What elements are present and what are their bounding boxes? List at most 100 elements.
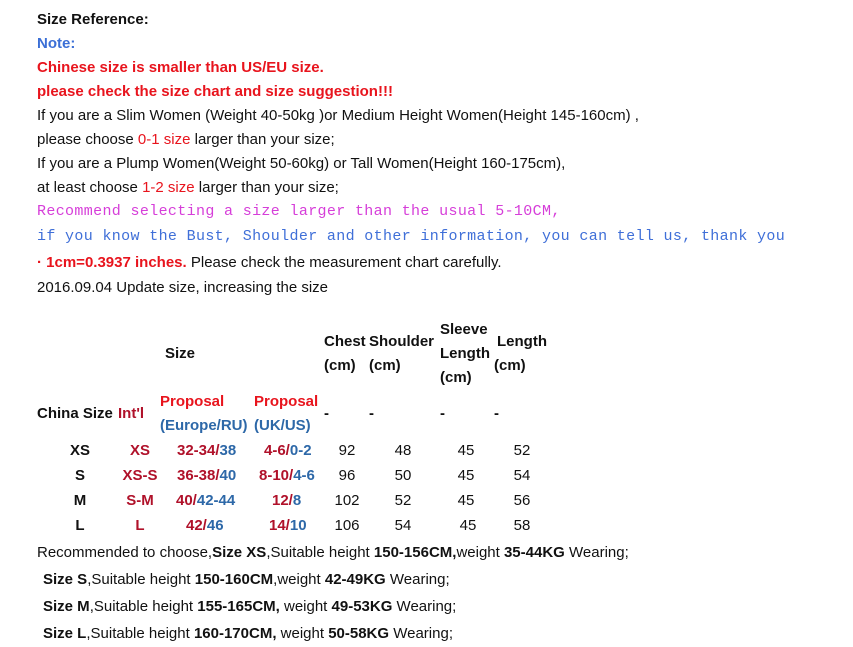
- table-row-chest: 96: [338, 467, 356, 484]
- cm-conversion-bold: · 1cm=0.3937 inches.: [37, 254, 187, 271]
- warning-line-2: please check the size chart and size sug…: [37, 83, 393, 100]
- suggestion-height: 160-170CM,: [193, 625, 277, 642]
- eu-size-b: 38: [219, 442, 237, 459]
- suggestion-size: Size S: [43, 571, 88, 588]
- suggestion-mid: ,Suitable height: [86, 625, 194, 642]
- suggestion-size: Size M: [43, 598, 90, 615]
- table-row-length: 52: [513, 442, 531, 459]
- suggestion-mid: ,Suitable height: [87, 571, 195, 588]
- suggestion-weight: 42-49KG: [324, 571, 386, 588]
- length-dash: -: [494, 405, 499, 422]
- proposal-eu-header: Proposal: [160, 393, 225, 410]
- table-row-uk: 4-6/0-2: [264, 441, 312, 461]
- eu-size-a: 32-34/: [177, 442, 220, 459]
- table-row-china: L: [75, 517, 85, 534]
- table-row-china: M: [73, 492, 87, 509]
- cm-conversion-rest: Please check the measurement chart caref…: [186, 254, 502, 271]
- proposal-uk-header: Proposal: [254, 393, 319, 410]
- suggestion-line: Size S,Suitable height 150-160CM,weight …: [43, 570, 450, 590]
- table-row-china: XS: [69, 442, 90, 459]
- table-row-china: S: [74, 467, 85, 484]
- table-row-chest: 106: [334, 517, 360, 534]
- table-row-uk: 12/8: [272, 491, 301, 511]
- note-label: Note:: [37, 35, 76, 52]
- table-row-shoulder: 50: [394, 467, 412, 484]
- shoulder-unit: (cm): [369, 357, 401, 374]
- chest-dash: -: [324, 405, 329, 422]
- eu-size-b: 42-44: [196, 492, 236, 509]
- plump-advice-choose: at least choose 1-2 size larger than you…: [37, 178, 339, 198]
- intl-header: Int'l: [118, 405, 145, 422]
- tell-us-line: if you know the Bust, Shoulder and other…: [37, 228, 786, 245]
- table-row-shoulder: 54: [394, 517, 412, 534]
- suggestion-height: 155-165CM,: [197, 598, 280, 615]
- plump-choose-pre: at least choose: [37, 179, 143, 196]
- slim-choose-post: larger than your size;: [190, 131, 335, 148]
- chest-header: Chest: [324, 333, 366, 350]
- eu-size-b: 40: [219, 467, 237, 484]
- suggestion-weight: 49-53KG: [331, 598, 393, 615]
- slim-choose-pre: please choose: [37, 131, 138, 148]
- suggestion-post: Wearing;: [392, 598, 457, 615]
- suggestion-mid: ,Suitable height: [89, 598, 198, 615]
- table-row-intl: XS-S: [122, 467, 158, 484]
- china-size-header: China Size: [37, 405, 113, 422]
- warning-line-1: Chinese size is smaller than US/EU size.: [37, 59, 324, 76]
- proposal-uk-sub: (UK/US): [254, 417, 311, 434]
- table-row-eu: 40/42-44: [176, 491, 235, 511]
- suggestion-mid: ,Suitable height: [266, 544, 374, 561]
- uk-size-b: 8: [292, 492, 302, 509]
- table-row-sleeve: 45: [459, 517, 477, 534]
- suggestion-height: 150-156CM,: [373, 544, 457, 561]
- slim-advice: If you are a Slim Women (Weight 40-50kg …: [37, 107, 639, 124]
- uk-size-a: 4-6/: [264, 442, 290, 459]
- suggestion-weight-label: weight: [456, 544, 504, 561]
- table-row-length: 56: [513, 492, 531, 509]
- chest-unit: (cm): [324, 357, 356, 374]
- slim-advice-choose: please choose 0-1 size larger than your …: [37, 130, 335, 150]
- eu-size-b: 46: [206, 517, 224, 534]
- suggestion-pre: Recommended to choose,: [37, 544, 213, 561]
- plump-choose-post: larger than your size;: [194, 179, 339, 196]
- suggestion-weight: 35-44KG: [503, 544, 565, 561]
- table-row-eu: 42/46: [186, 516, 224, 536]
- suggestion-line: Size M,Suitable height 155-165CM, weight…: [43, 597, 456, 617]
- sleeve-unit: (cm): [440, 369, 472, 386]
- uk-size-a: 12/: [272, 492, 293, 509]
- table-row-sleeve: 45: [457, 467, 475, 484]
- update-note: 2016.09.04 Update size, increasing the s…: [37, 279, 329, 296]
- recommend-line: Recommend selecting a size larger than t…: [37, 203, 561, 220]
- suggestion-post: Wearing;: [385, 571, 450, 588]
- sleeve-dash: -: [440, 405, 445, 422]
- table-row-intl: L: [135, 517, 145, 534]
- sleeve-header: Sleeve: [440, 321, 488, 338]
- suggestion-line: Recommended to choose,Size XS,Suitable h…: [37, 543, 629, 563]
- suggestion-size: Size XS: [212, 544, 267, 561]
- suggestion-weight: 50-58KG: [328, 625, 390, 642]
- table-row-sleeve: 45: [457, 442, 475, 459]
- eu-size-a: 36-38/: [177, 467, 220, 484]
- table-row-eu: 32-34/38: [177, 441, 236, 461]
- suggestion-size: Size L: [43, 625, 87, 642]
- table-row-uk: 8-10/4-6: [259, 466, 315, 486]
- table-row-shoulder: 52: [394, 492, 412, 509]
- table-row-eu: 36-38/40: [177, 466, 236, 486]
- table-row-uk: 14/10: [269, 516, 307, 536]
- table-row-intl: XS: [129, 442, 150, 459]
- suggestion-post: Wearing;: [564, 544, 629, 561]
- sleeve-length-header: Length: [440, 345, 490, 362]
- length-unit: (cm): [494, 357, 526, 374]
- table-row-length: 58: [513, 517, 531, 534]
- uk-size-b: 10: [289, 517, 307, 534]
- length-header: Length: [497, 333, 547, 350]
- table-row-length: 54: [513, 467, 531, 484]
- table-row-intl: S-M: [126, 492, 154, 509]
- uk-size-a: 8-10/: [259, 467, 294, 484]
- plump-advice: If you are a Plump Women(Weight 50-60kg)…: [37, 155, 566, 172]
- shoulder-dash: -: [369, 405, 374, 422]
- table-row-chest: 102: [334, 492, 360, 509]
- size-header: Size: [165, 345, 196, 362]
- table-row-chest: 92: [338, 442, 356, 459]
- uk-size-b: 4-6: [293, 467, 315, 484]
- shoulder-header: Shoulder: [369, 333, 435, 350]
